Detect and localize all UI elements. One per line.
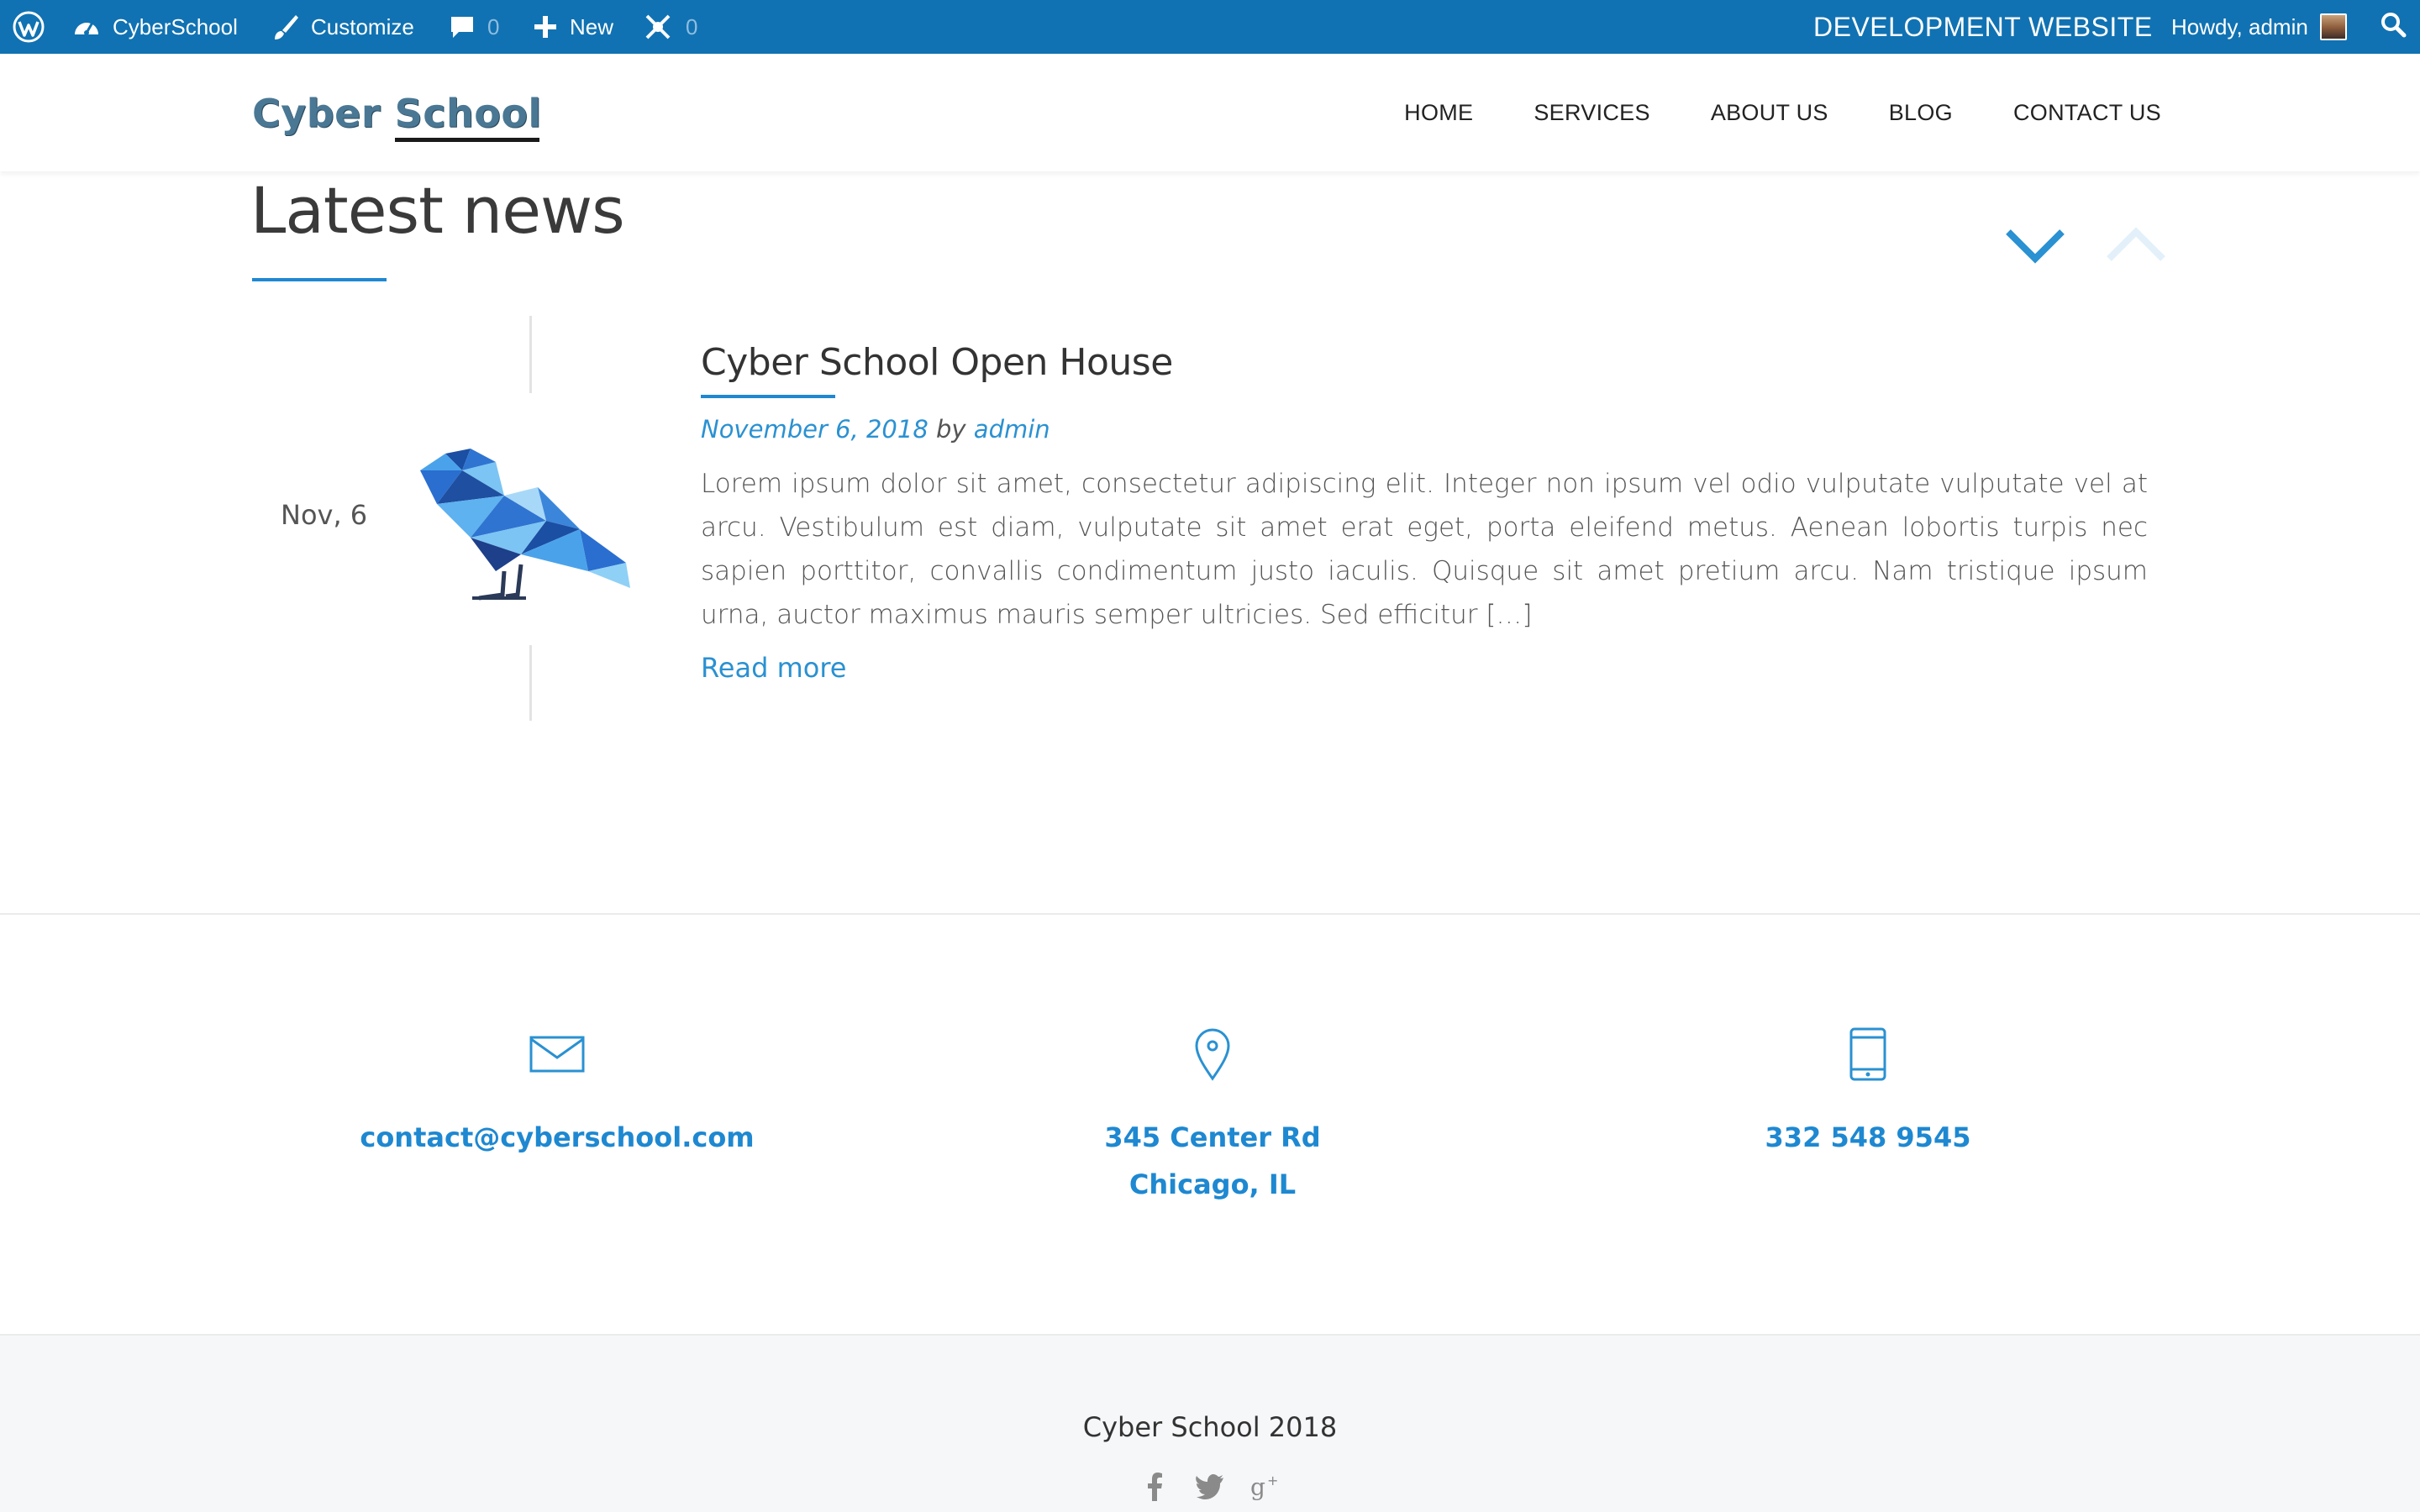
timeline-line-bottom xyxy=(529,645,532,721)
customize-link[interactable]: Customize xyxy=(271,0,414,54)
plugin-icon xyxy=(642,11,674,43)
comments-link[interactable]: 0 xyxy=(449,0,499,54)
section-title: Latest news xyxy=(250,173,625,248)
comments-count: 0 xyxy=(487,13,500,39)
post-date-badge: Nov, 6 xyxy=(281,499,368,531)
dashboard-icon xyxy=(72,13,101,41)
read-more-link[interactable]: Read more xyxy=(701,652,846,684)
main-nav: HOME SERVICES ABOUT US BLOG CONTACT US xyxy=(1404,54,2161,171)
site-name-link[interactable]: CyberSchool xyxy=(72,0,238,54)
post-by-label: by xyxy=(936,415,966,444)
chevron-down-icon xyxy=(2006,229,2065,264)
next-post-button[interactable] xyxy=(2003,220,2067,270)
customize-label: Customize xyxy=(311,13,414,39)
site-logo[interactable]: Cyber School xyxy=(252,91,542,150)
search-icon xyxy=(2380,11,2407,44)
previous-post-button[interactable] xyxy=(2104,220,2168,270)
address-text: 345 Center Rd Chicago, IL xyxy=(918,1114,1507,1208)
section-divider xyxy=(0,913,2420,915)
section-title-rule xyxy=(252,278,387,281)
copyright-text: Cyber School 2018 xyxy=(1082,1411,1338,1443)
logo-text: Cyber School xyxy=(252,91,542,136)
site-header: Cyber School HOME SERVICES ABOUT US BLOG… xyxy=(0,54,2420,171)
logo-underline xyxy=(395,138,539,142)
bird-logo-icon xyxy=(420,449,630,601)
nav-blog[interactable]: BLOG xyxy=(1889,100,1953,126)
plugin-count: 0 xyxy=(686,13,698,39)
post-title[interactable]: Cyber School Open House xyxy=(701,341,1173,384)
account-menu[interactable]: Howdy, admin xyxy=(2171,0,2347,54)
svg-text:+: + xyxy=(1267,1473,1278,1488)
plugin-updates-link[interactable]: 0 xyxy=(642,0,697,54)
admin-search-button[interactable] xyxy=(2380,0,2407,54)
new-content-link[interactable]: New xyxy=(533,0,613,54)
avatar xyxy=(2319,13,2347,40)
site-footer: Cyber School 2018 g + xyxy=(0,1334,2420,1512)
contact-email: contact@cyberschool.com xyxy=(263,1025,851,1161)
brush-icon xyxy=(271,13,299,41)
wordpress-icon xyxy=(12,10,45,44)
greeting-label: Howdy, admin xyxy=(2171,13,2308,39)
environment-label: DEVELOPMENT WEBSITE xyxy=(1813,11,2153,42)
post-excerpt: Lorem ipsum dolor sit amet, consectetur … xyxy=(701,469,2148,630)
email-link[interactable]: contact@cyberschool.com xyxy=(263,1114,851,1161)
social-links: g + xyxy=(0,1472,2420,1502)
post-thumbnail[interactable] xyxy=(412,445,639,613)
post-title-rule xyxy=(701,395,835,398)
nav-services[interactable]: SERVICES xyxy=(1534,100,1649,126)
nav-home[interactable]: HOME xyxy=(1404,100,1473,126)
wordpress-logo-button[interactable] xyxy=(12,0,57,54)
wp-admin-bar: CyberSchool Customize 0 New 0 DEVELOPMEN… xyxy=(0,0,2420,54)
comment-icon xyxy=(449,13,476,40)
nav-about-us[interactable]: ABOUT US xyxy=(1711,100,1828,126)
address-line-1: 345 Center Rd xyxy=(1104,1121,1321,1153)
nav-contact-us[interactable]: CONTACT US xyxy=(2013,100,2161,126)
plus-icon xyxy=(533,14,558,39)
location-pin-icon xyxy=(918,1025,1507,1084)
svg-text:g: g xyxy=(1250,1473,1265,1500)
chevron-up-icon xyxy=(2107,227,2165,261)
post-author-link[interactable]: admin xyxy=(974,415,1050,444)
new-label: New xyxy=(570,13,614,39)
post-date-link[interactable]: November 6, 2018 xyxy=(701,415,929,444)
timeline-line-top xyxy=(529,316,532,393)
facebook-icon[interactable] xyxy=(1139,1472,1170,1502)
envelope-icon xyxy=(263,1025,851,1084)
contact-address: 345 Center Rd Chicago, IL xyxy=(918,1025,1507,1208)
contact-phone: 332 548 9545 xyxy=(1574,1025,2162,1161)
mobile-phone-icon xyxy=(1574,1025,2162,1084)
twitter-icon[interactable] xyxy=(1195,1472,1225,1502)
google-plus-icon[interactable]: g + xyxy=(1250,1472,1281,1502)
address-line-2: Chicago, IL xyxy=(1128,1168,1297,1200)
phone-link[interactable]: 332 548 9545 xyxy=(1574,1114,2162,1161)
post-meta: November 6, 2018 by admin xyxy=(701,415,1050,444)
site-name-label: CyberSchool xyxy=(113,13,238,39)
